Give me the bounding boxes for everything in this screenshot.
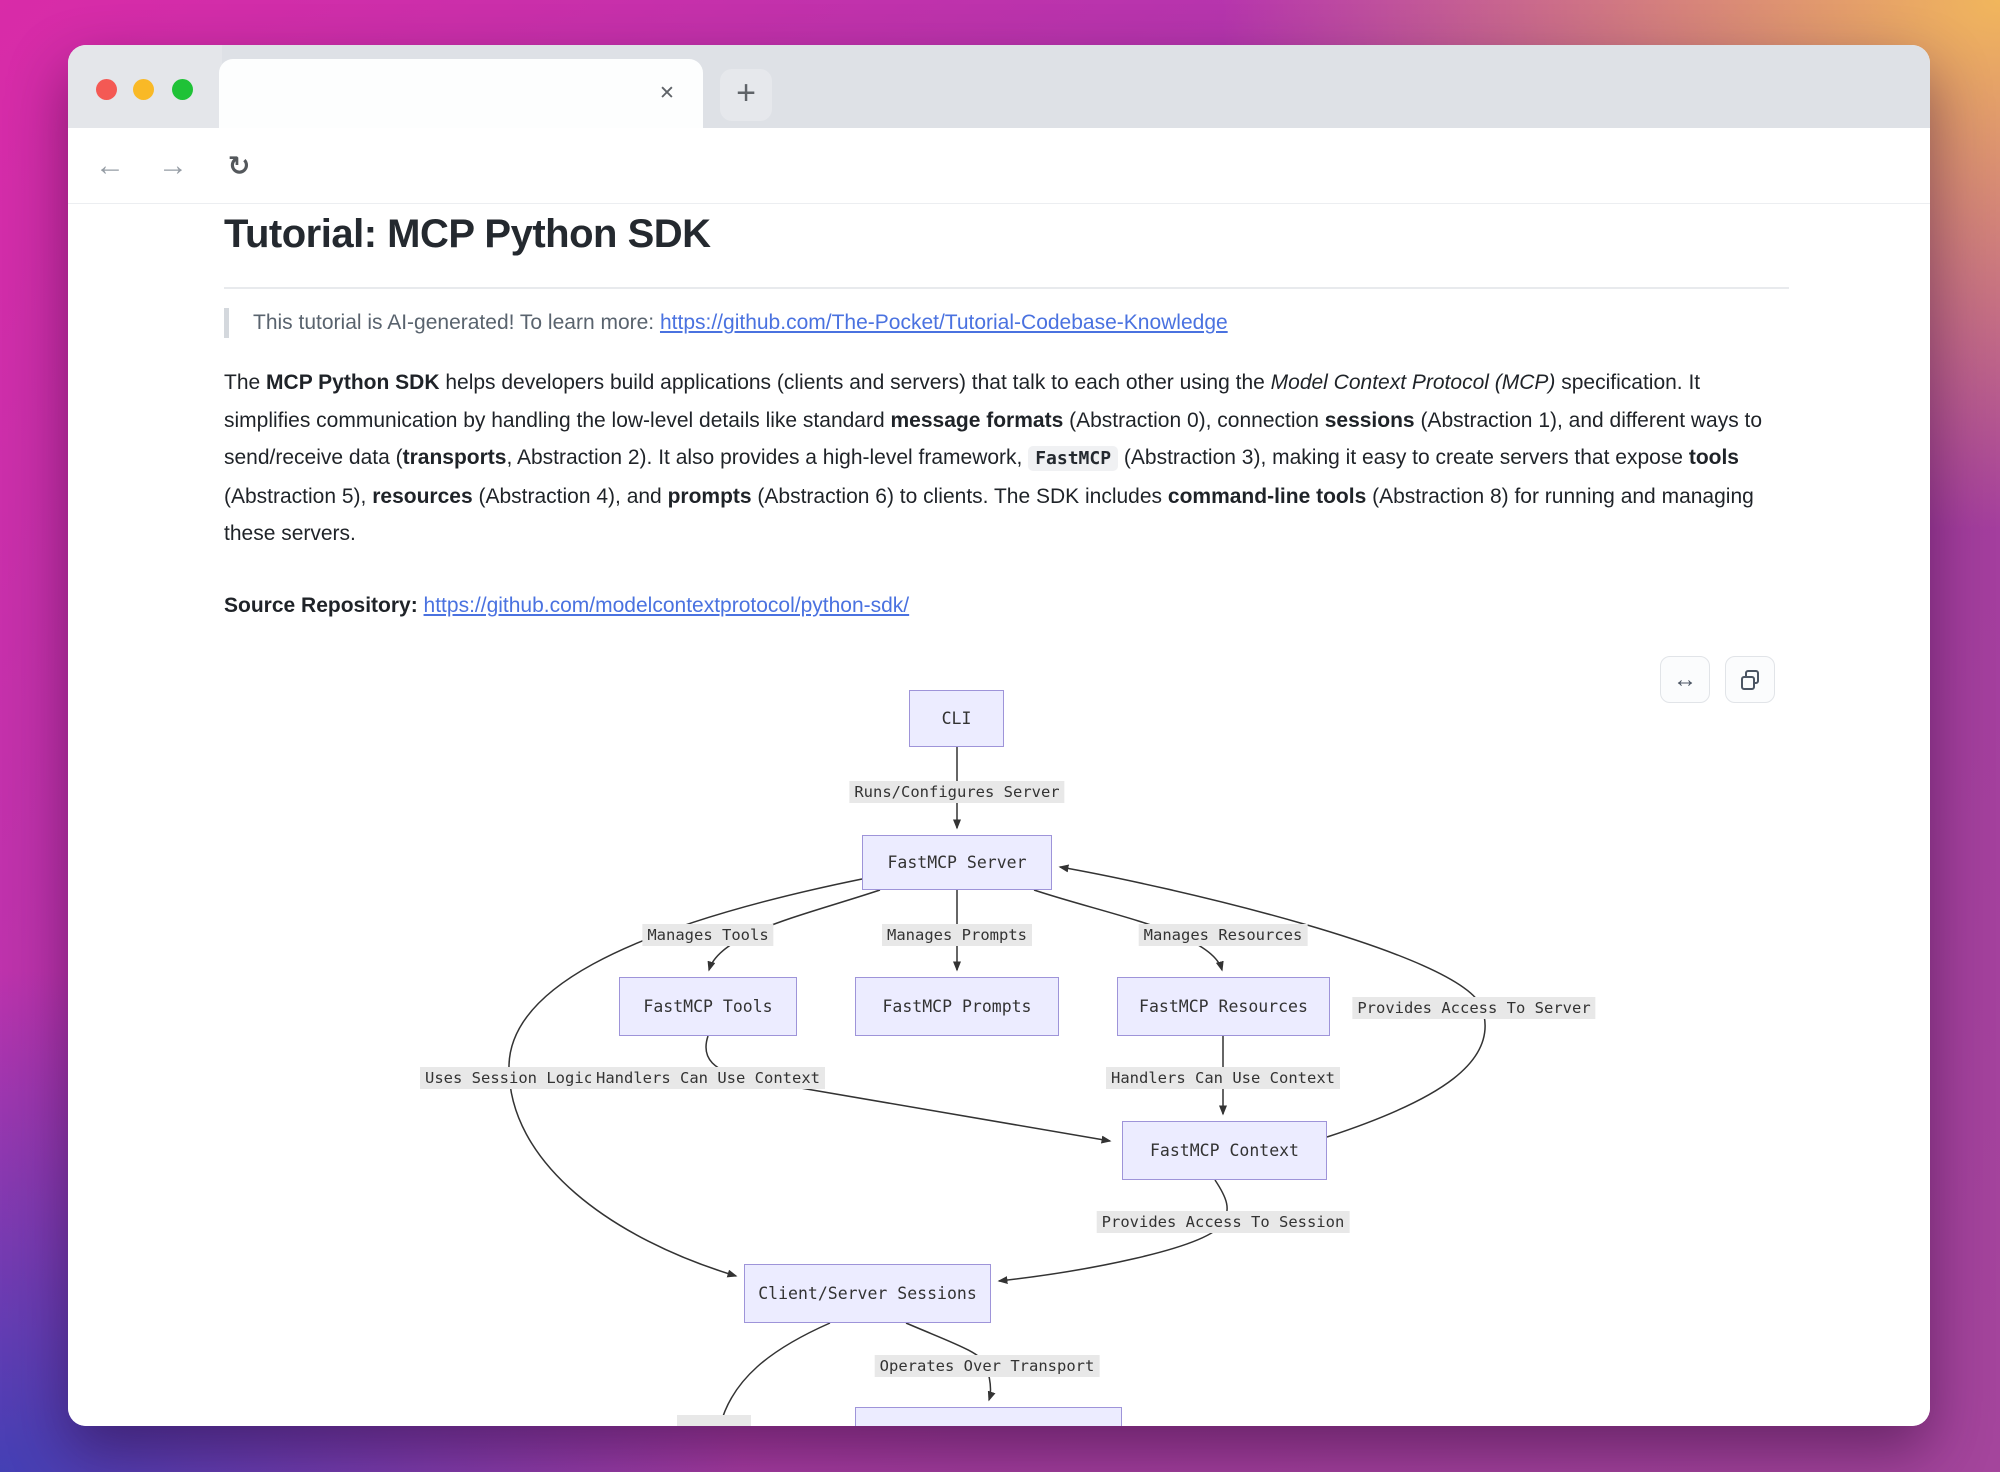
edge-label-provides_session: Provides Access To Session bbox=[1097, 1211, 1350, 1233]
edge-label-operates_transport: Operates Over Transport bbox=[875, 1355, 1100, 1377]
tab-close-icon[interactable]: ✕ bbox=[653, 80, 681, 108]
back-icon[interactable]: ← bbox=[84, 128, 136, 204]
forward-icon[interactable]: → bbox=[147, 128, 199, 204]
edge-label-manages_resources: Manages Resources bbox=[1139, 924, 1308, 946]
diagram-node-prompts: FastMCP Prompts bbox=[855, 977, 1059, 1036]
edge-label-uses_session: Uses Session Logic bbox=[420, 1067, 598, 1089]
diagram-node-transport bbox=[855, 1407, 1122, 1426]
edge-label-manages_prompts: Manages Prompts bbox=[882, 924, 1032, 946]
zoom-window-button[interactable] bbox=[172, 79, 193, 100]
note-text: This tutorial is AI-generated! To learn … bbox=[253, 311, 660, 334]
navigation-bar: ← → ↻ bbox=[68, 128, 1930, 204]
flowchart-diagram: CLI FastMCP Server FastMCP Tools FastMCP Pr… bbox=[68, 645, 1930, 1426]
diagram-node-resources: FastMCP Resources bbox=[1117, 977, 1330, 1036]
edge-label-handlers_right: Handlers Can Use Context bbox=[1106, 1067, 1340, 1089]
edge-label-provides_server: Provides Access To Server bbox=[1352, 997, 1595, 1019]
tab-strip: ✕ + bbox=[68, 45, 1930, 128]
source-repository-label: Source Repository: bbox=[224, 594, 424, 617]
close-window-button[interactable] bbox=[96, 79, 117, 100]
source-repository-link[interactable]: https://github.com/modelcontextprotocol/… bbox=[424, 594, 910, 617]
diagram-node-sessions: Client/Server Sessions bbox=[744, 1264, 991, 1323]
edge-label-manages_tools: Manages Tools bbox=[642, 924, 773, 946]
page-title: Tutorial: MCP Python SDK bbox=[224, 212, 711, 257]
title-divider bbox=[224, 287, 1789, 289]
source-repository-line: Source Repository: https://github.com/mo… bbox=[224, 594, 909, 618]
reload-icon[interactable]: ↻ bbox=[213, 128, 265, 204]
clipped-edge-label bbox=[677, 1415, 751, 1426]
page-content: Tutorial: MCP Python SDK This tutorial i… bbox=[68, 204, 1930, 1426]
edge-label-runs_configures: Runs/Configures Server bbox=[849, 781, 1064, 803]
browser-window: ✕ + ← → ↻ Tutorial: MCP Python SDK This … bbox=[68, 45, 1930, 1426]
diagram-node-cli: CLI bbox=[909, 690, 1004, 747]
diagram-node-context: FastMCP Context bbox=[1122, 1121, 1327, 1180]
ai-note-blockquote: This tutorial is AI-generated! To learn … bbox=[224, 308, 1789, 338]
browser-tab[interactable]: ✕ bbox=[219, 59, 703, 128]
tutorial-codebase-link[interactable]: https://github.com/The-Pocket/Tutorial-C… bbox=[660, 311, 1228, 334]
edge-label-handlers_left: Handlers Can Use Context bbox=[591, 1067, 825, 1089]
new-tab-button[interactable]: + bbox=[720, 69, 772, 121]
diagram-node-server: FastMCP Server bbox=[862, 835, 1052, 890]
intro-paragraph: The MCP Python SDK helps developers buil… bbox=[224, 364, 1792, 553]
minimize-window-button[interactable] bbox=[133, 79, 154, 100]
diagram-node-tools: FastMCP Tools bbox=[619, 977, 797, 1036]
